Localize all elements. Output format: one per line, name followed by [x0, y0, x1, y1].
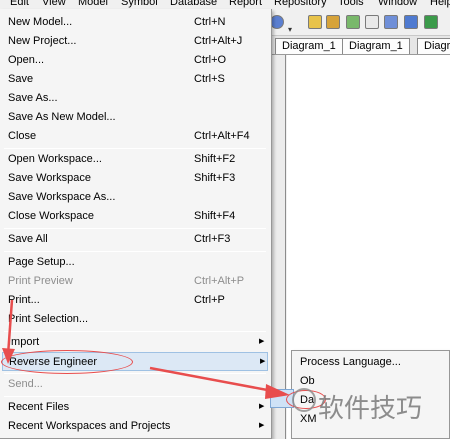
menu-separator: [4, 148, 266, 149]
tab-diagram-1[interactable]: Diagram_1: [275, 38, 343, 54]
menu-repository[interactable]: Repository: [274, 0, 327, 9]
menu-item-print[interactable]: Print... Ctrl+P: [2, 291, 268, 310]
menu-item-open-workspace[interactable]: Open Workspace... Shift+F2: [2, 150, 268, 169]
menu-symbol[interactable]: Symbol: [121, 0, 158, 9]
menu-item-shortcut: Shift+F4: [194, 210, 236, 222]
menu-item-close-workspace[interactable]: Close Workspace Shift+F4: [2, 207, 268, 226]
menu-item-import[interactable]: Import ▶: [2, 333, 268, 352]
package-icon[interactable]: [326, 15, 340, 29]
menu-item-page-setup[interactable]: Page Setup...: [2, 253, 268, 272]
menu-item-close[interactable]: Close Ctrl+Alt+F4: [2, 127, 268, 146]
menu-item-label: Close Workspace: [8, 210, 94, 222]
diagram-tabs: Diagram_1 Diagram_1 Diagra: [268, 36, 450, 55]
submenu-item-label: Process Language...: [300, 356, 401, 368]
menu-database[interactable]: Database: [170, 0, 217, 9]
annotation-ellipse-reverse-engineer: [1, 350, 133, 374]
menu-item-shortcut: Ctrl+F3: [194, 233, 231, 245]
menu-report[interactable]: Report: [229, 0, 262, 9]
menu-window[interactable]: Window: [378, 0, 417, 9]
menu-item-label: Save As...: [8, 92, 58, 104]
menu-item-save-workspace-as[interactable]: Save Workspace As...: [2, 188, 268, 207]
watermark-text: 软件技巧: [318, 394, 423, 424]
menu-item-shortcut: Ctrl+Alt+J: [194, 35, 243, 47]
tab-diagram-partial[interactable]: Diagra: [417, 38, 450, 54]
menu-item-recent-files[interactable]: Recent Files ▶: [2, 398, 268, 417]
refresh-icon[interactable]: [346, 15, 360, 29]
menu-item-save-as-new-model[interactable]: Save As New Model...: [2, 108, 268, 127]
menu-item-label: Open...: [8, 54, 45, 66]
menu-bar: Edit View Model Symbol Database Report R…: [0, 0, 450, 9]
menu-item-label: Print Preview: [8, 275, 73, 287]
menu-item-label: New Model...: [8, 16, 73, 28]
menu-item-label: Save Workspace: [8, 172, 91, 184]
menu-separator: [4, 228, 266, 229]
menu-item-label: Save All: [8, 233, 48, 245]
menu-item-label: Print...: [8, 294, 40, 306]
menu-separator: [4, 331, 266, 332]
menu-item-save[interactable]: Save Ctrl+S: [2, 70, 268, 89]
menu-item-shortcut: Ctrl+N: [194, 16, 226, 28]
document-icon[interactable]: [365, 15, 379, 29]
menu-item-label: Recent Files: [8, 401, 70, 413]
submenu-arrow-icon: ▶: [259, 338, 265, 345]
menu-item-shortcut: Ctrl+Alt+P: [194, 275, 245, 287]
menu-separator: [4, 396, 266, 397]
menu-model[interactable]: Model: [78, 0, 108, 9]
toolbar: ▾: [268, 9, 450, 36]
menu-tools[interactable]: Tools: [338, 0, 364, 9]
menu-item-label: Import: [8, 336, 40, 348]
menu-item-new-project[interactable]: New Project... Ctrl+Alt+J: [2, 32, 268, 51]
menu-separator: [4, 251, 266, 252]
menu-item-label: Save Workspace As...: [8, 191, 116, 203]
menu-item-save-as[interactable]: Save As...: [2, 89, 268, 108]
globe-icon[interactable]: [270, 15, 284, 29]
submenu-arrow-icon: ▶: [260, 358, 266, 365]
tab-diagram-1-second[interactable]: Diagram_1: [342, 38, 410, 54]
menu-item-shortcut: Ctrl+Alt+F4: [194, 130, 250, 142]
menu-item-shortcut: Ctrl+P: [194, 294, 225, 306]
menu-item-send: Send...: [2, 375, 268, 394]
menu-item-label: Send...: [8, 378, 43, 390]
menu-item-open[interactable]: Open... Ctrl+O: [2, 51, 268, 70]
submenu-item-label: Ob: [300, 375, 315, 387]
table-icon[interactable]: [404, 15, 418, 29]
file-menu: New Model... Ctrl+N New Project... Ctrl+…: [0, 9, 272, 439]
folder-icon[interactable]: [308, 15, 322, 29]
menu-item-label: Page Setup...: [8, 256, 75, 268]
menu-item-shortcut: Ctrl+O: [194, 54, 227, 66]
submenu-arrow-icon: ▶: [259, 403, 265, 410]
menu-item-label: New Project...: [8, 35, 77, 47]
menu-item-save-all[interactable]: Save All Ctrl+F3: [2, 230, 268, 249]
menu-item-label: Recent Workspaces and Projects: [8, 420, 171, 432]
submenu-item-label: XM: [300, 413, 317, 425]
submenu-item-process-language[interactable]: Process Language...: [294, 353, 449, 372]
menu-view[interactable]: View: [42, 0, 66, 9]
dropdown-caret-icon[interactable]: ▾: [288, 25, 292, 34]
menu-item-save-workspace[interactable]: Save Workspace Shift+F3: [2, 169, 268, 188]
menu-help[interactable]: Help: [430, 0, 450, 9]
grid-icon[interactable]: [424, 15, 438, 29]
window-icon[interactable]: [384, 15, 398, 29]
watermark-logo-icon: [292, 388, 316, 412]
menu-item-shortcut: Shift+F2: [194, 153, 236, 165]
menu-item-shortcut: Shift+F3: [194, 172, 236, 184]
menu-item-print-selection[interactable]: Print Selection...: [2, 310, 268, 329]
menu-item-new-model[interactable]: New Model... Ctrl+N: [2, 13, 268, 32]
menu-item-shortcut: Ctrl+S: [194, 73, 225, 85]
menu-item-recent-workspaces[interactable]: Recent Workspaces and Projects ▶: [2, 417, 268, 436]
menu-item-label: Save As New Model...: [8, 111, 116, 123]
menu-item-label: Open Workspace...: [8, 153, 102, 165]
menu-item-label: Save: [8, 73, 34, 85]
menu-edit[interactable]: Edit: [10, 0, 29, 9]
menu-item-label: Close: [8, 130, 37, 142]
submenu-arrow-icon: ▶: [259, 422, 265, 429]
menu-item-label: Print Selection...: [8, 313, 89, 325]
menu-item-print-preview: Print Preview Ctrl+Alt+P: [2, 272, 268, 291]
